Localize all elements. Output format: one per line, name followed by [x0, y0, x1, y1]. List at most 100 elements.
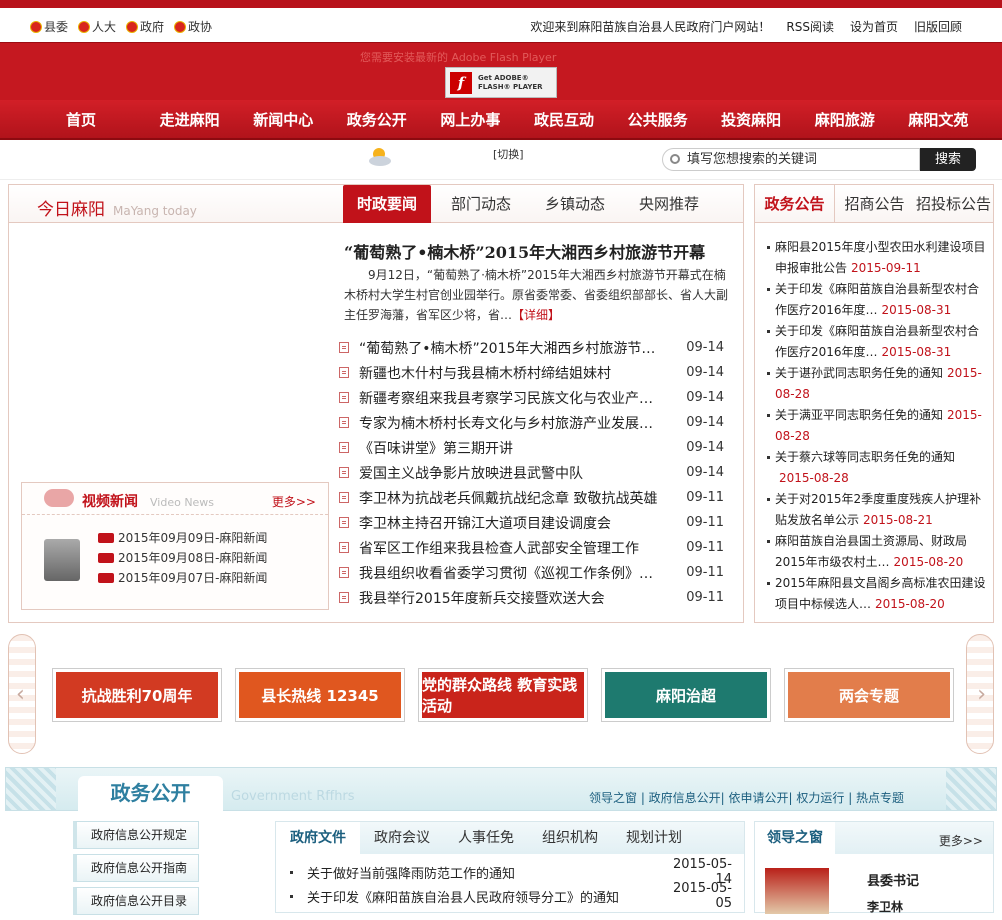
notice-item[interactable]: 关于印发《麻阳苗族自治县新型农村合作医疗2016年度… 2015-08-31: [767, 279, 987, 321]
org-link-congress[interactable]: 人大: [78, 18, 116, 35]
nav-item[interactable]: 新闻中心: [253, 109, 347, 130]
notice-item[interactable]: 关于印发《麻阳苗族自治县新型农村合作医疗2016年度… 2015-08-31: [767, 321, 987, 363]
tab-department-news[interactable]: 部门动态: [437, 185, 525, 223]
news-title[interactable]: 新疆也木什村与我县楠木桥村缔结姐妹村: [359, 363, 684, 383]
nav-item[interactable]: 政务公开: [347, 109, 441, 130]
notice-item[interactable]: 麻阳苗族自治县国土资源局、财政局2015年市级农村土… 2015-08-20: [767, 531, 987, 573]
tab-gov-notice[interactable]: 政务公告: [755, 185, 835, 222]
news-item[interactable]: 新疆也木什村与我县楠木桥村缔结姐妹村 09-14: [339, 360, 724, 385]
news-title[interactable]: 省军区工作组来我县检查人武部安全管理工作: [359, 538, 684, 558]
video-news-box: 视频新闻 Video News 更多>> 2015年09月09日-麻阳新闻 201…: [21, 482, 329, 610]
news-title[interactable]: 我县举行2015年度新兵交接暨欢送大会: [359, 588, 684, 608]
nav-item[interactable]: 走进麻阳: [160, 109, 254, 130]
notice-title[interactable]: 关于满亚平同志职务任免的通知: [775, 408, 943, 422]
leader-name[interactable]: 李卫林: [867, 898, 903, 915]
nav-item[interactable]: 首页: [66, 109, 160, 130]
news-title[interactable]: “葡萄熟了•楠木桥”2015年大湘西乡村旅游节…: [359, 338, 684, 358]
search-button[interactable]: 搜索: [920, 148, 976, 171]
menu-item-disclosure-guide[interactable]: 政府信息公开指南: [73, 854, 199, 882]
video-item[interactable]: 2015年09月07日-麻阳新闻: [98, 568, 267, 588]
leader-photo[interactable]: [765, 868, 829, 914]
tab-township-news[interactable]: 乡镇动态: [531, 185, 619, 223]
get-flash-button[interactable]: f Get ADOBE® FLASH® PLAYER: [445, 67, 557, 98]
notice-item[interactable]: 麻阳县2015年度小型农田水利建设项目申报审批公告 2015-09-11: [767, 237, 987, 279]
notice-item[interactable]: 关于谌孙武同志职务任免的通知 2015-08-28: [767, 363, 987, 405]
banner-image[interactable]: 两会专题: [784, 668, 954, 722]
news-title[interactable]: 爱国主义战争影片放映进县武警中队: [359, 463, 684, 483]
search-input[interactable]: 填写您想搜索的关键词: [662, 148, 920, 171]
list-item[interactable]: 关于印发《麻阳苗族自治县人民政府领导分工》的通知 2015-05-05: [290, 881, 732, 911]
notice-title[interactable]: 关于蔡六球等同志职务任免的通知: [775, 450, 955, 464]
news-item[interactable]: 我县组织收看省委学习贯彻《巡视工作条例》电… 09-11: [339, 560, 724, 585]
notice-title[interactable]: 关于谌孙武同志职务任免的通知: [775, 366, 943, 380]
tab-personnel[interactable]: 人事任免: [444, 822, 528, 854]
banner-row: 抗战胜利70周年 县长热线 12345 党的群众路线 教育实践活动 麻阳治超 两会专题: [52, 668, 954, 722]
news-date: 09-11: [686, 540, 724, 555]
news-title[interactable]: 新疆考察组来我县考察学习民族文化与农业产业…: [359, 388, 684, 408]
news-title[interactable]: 李卫林主持召开锦江大道项目建设调度会: [359, 513, 684, 533]
tab-gov-meetings[interactable]: 政府会议: [360, 822, 444, 854]
banner-image[interactable]: 县长热线 12345: [235, 668, 405, 722]
gov-affairs-links[interactable]: 领导之窗 | 政府信息公开| 依申请公开| 权力运行 | 热点专题: [589, 789, 904, 806]
banner-label: 党的群众路线 教育实践活动: [422, 672, 584, 718]
org-link-government[interactable]: 政府: [126, 18, 164, 35]
news-title[interactable]: 《百味讲堂》第三期开讲: [359, 438, 684, 458]
menu-item-disclosure-rules[interactable]: 政府信息公开规定: [73, 821, 199, 849]
news-item[interactable]: 专家为楠木桥村长寿文化与乡村旅游产业发展把… 09-14: [339, 410, 724, 435]
nav-item[interactable]: 投资麻阳: [721, 109, 815, 130]
news-item[interactable]: “葡萄熟了•楠木桥”2015年大湘西乡村旅游节… 09-14: [339, 335, 724, 360]
notice-item[interactable]: 关于对2015年2季度重度残疾人护理补贴发放名单公示 2015-08-21: [767, 489, 987, 531]
document-icon: [339, 342, 349, 353]
weather-switch-link[interactable]: [切换]: [493, 146, 524, 162]
news-item[interactable]: 省军区工作组来我县检查人武部安全管理工作 09-11: [339, 535, 724, 560]
nav-item[interactable]: 网上办事: [440, 109, 534, 130]
video-more-link[interactable]: 更多>>: [272, 493, 316, 510]
rss-link[interactable]: RSS阅读: [786, 18, 834, 35]
org-link-county-committee[interactable]: 县委: [30, 18, 68, 35]
tab-organization[interactable]: 组织机构: [528, 822, 612, 854]
top-bar: 县委 人大 政府 政协 欢迎来到麻阳苗族自治县人民政府门户网站！ RSS阅读 设…: [0, 0, 1002, 42]
video-item[interactable]: 2015年09月09日-麻阳新闻: [98, 528, 267, 548]
nav-item[interactable]: 麻阳旅游: [815, 109, 909, 130]
banner-image[interactable]: 抗战胜利70周年: [52, 668, 222, 722]
news-item[interactable]: 《百味讲堂》第三期开讲 09-14: [339, 435, 724, 460]
document-icon: [339, 542, 349, 553]
notice-item[interactable]: 2015年麻阳县文昌阁乡高标准农田建设项目中标候选人… 2015-08-20: [767, 573, 987, 615]
leaders-more-link[interactable]: 更多>>: [939, 832, 983, 849]
banner-image[interactable]: 麻阳治超: [601, 668, 771, 722]
news-title[interactable]: 专家为楠木桥村长寿文化与乡村旅游产业发展把…: [359, 413, 684, 433]
news-title[interactable]: 我县组织收看省委学习贯彻《巡视工作条例》电…: [359, 563, 684, 583]
set-home-link[interactable]: 设为首页: [850, 18, 898, 35]
headline-more-link[interactable]: 【详细】: [512, 308, 560, 322]
tab-bidding-notice[interactable]: 招投标公告: [914, 185, 993, 222]
video-item[interactable]: 2015年09月08日-麻阳新闻: [98, 548, 267, 568]
org-link-cppcc[interactable]: 政协: [174, 18, 212, 35]
left-menu: 政府信息公开规定 政府信息公开指南 政府信息公开目录: [73, 821, 199, 920]
news-item[interactable]: 李卫林为抗战老兵佩戴抗战纪念章 致敬抗战英雄 09-11: [339, 485, 724, 510]
nav-item[interactable]: 麻阳文苑: [908, 109, 1002, 130]
leaders-panel: 领导之窗 更多>> 县委书记 李卫林: [754, 821, 994, 915]
news-item[interactable]: 爱国主义战争影片放映进县武警中队 09-14: [339, 460, 724, 485]
headline-link[interactable]: “葡萄熟了•楠木桥”2015年大湘西乡村旅游节开幕: [344, 239, 705, 263]
news-item[interactable]: 新疆考察组来我县考察学习民族文化与农业产业… 09-14: [339, 385, 724, 410]
news-item[interactable]: 我县举行2015年度新兵交接暨欢送大会 09-11: [339, 585, 724, 610]
banner-image[interactable]: 党的群众路线 教育实践活动: [418, 668, 588, 722]
tab-central-recommend[interactable]: 央网推荐: [625, 185, 713, 223]
tab-investment-notice[interactable]: 招商公告: [835, 185, 914, 222]
old-version-link[interactable]: 旧版回顾: [914, 18, 962, 35]
notice-item[interactable]: 关于蔡六球等同志职务任免的通知 2015-08-28: [767, 447, 987, 489]
leaders-title: 领导之窗: [755, 822, 835, 854]
tab-planning[interactable]: 规划计划: [612, 822, 696, 854]
notice-item[interactable]: 关于满亚平同志职务任免的通知 2015-08-28: [767, 405, 987, 447]
nav-item[interactable]: 政民互动: [534, 109, 628, 130]
today-tabs: 时政要闻 部门动态 乡镇动态 央网推荐: [343, 185, 719, 223]
news-date: 09-14: [686, 465, 724, 480]
cloud-icon: [44, 489, 74, 507]
news-item[interactable]: 李卫林主持召开锦江大道项目建设调度会 09-11: [339, 510, 724, 535]
tab-politics-news[interactable]: 时政要闻: [343, 185, 432, 223]
chevron-left-icon[interactable]: ‹: [16, 682, 25, 707]
tab-gov-docs[interactable]: 政府文件: [276, 822, 360, 854]
chevron-right-icon[interactable]: ›: [977, 682, 986, 707]
news-title[interactable]: 李卫林为抗战老兵佩戴抗战纪念章 致敬抗战英雄: [359, 488, 684, 508]
nav-item[interactable]: 公共服务: [628, 109, 722, 130]
